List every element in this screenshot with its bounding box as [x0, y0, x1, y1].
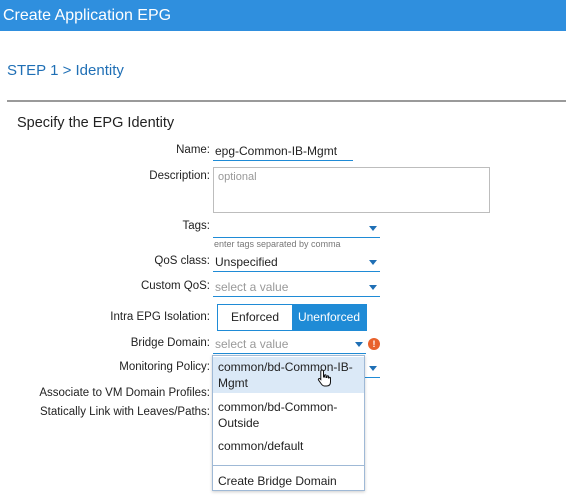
- bridge-domain-label: Bridge Domain:: [130, 337, 210, 349]
- caret-down-icon[interactable]: [369, 226, 377, 231]
- unenforced-option[interactable]: Unenforced: [292, 305, 366, 330]
- hand-pointer-icon: [317, 369, 331, 387]
- vm-domain-profiles-label: Associate to VM Domain Profiles:: [39, 387, 210, 399]
- tags-hint: enter tags separated by comma: [214, 239, 341, 249]
- name-label: Name:: [176, 144, 210, 156]
- caret-down-icon[interactable]: [369, 366, 377, 371]
- window-title: Create Application EPG: [0, 0, 566, 31]
- name-value: epg-Common-IB-Mgmt: [215, 144, 338, 158]
- qos-class-value: Unspecified: [215, 255, 278, 269]
- description-field[interactable]: optional: [213, 167, 490, 213]
- tags-label: Tags:: [182, 220, 211, 232]
- create-bridge-domain-option[interactable]: Create Bridge Domain: [213, 471, 364, 491]
- bridge-domain-dropdown: common/bd-Common-IB-Mgmt common/bd-Commo…: [212, 355, 365, 491]
- bridge-domain-select[interactable]: select a value: [213, 334, 366, 354]
- tags-field[interactable]: [213, 218, 380, 238]
- custom-qos-select[interactable]: select a value: [213, 277, 380, 297]
- qos-class-label: QoS class:: [154, 255, 210, 267]
- description-placeholder: optional: [218, 171, 257, 183]
- qos-class-select[interactable]: Unspecified: [213, 252, 380, 272]
- intra-epg-isolation-label: Intra EPG Isolation:: [110, 311, 210, 323]
- dropdown-divider: [213, 465, 364, 466]
- enforced-option[interactable]: Enforced: [218, 305, 292, 330]
- dropdown-option-bd-common-ib-mgmt[interactable]: common/bd-Common-IB-Mgmt: [213, 357, 364, 393]
- wizard-step-title: STEP 1 > Identity: [7, 62, 124, 79]
- custom-qos-placeholder: select a value: [215, 280, 289, 294]
- dropdown-option-common-default[interactable]: common/default: [213, 436, 364, 456]
- section-title: Specify the EPG Identity: [17, 115, 175, 131]
- divider: [7, 100, 566, 102]
- static-link-label: Statically Link with Leaves/Paths:: [39, 406, 210, 418]
- custom-qos-label: Custom QoS:: [140, 280, 210, 292]
- caret-down-icon[interactable]: [355, 342, 363, 347]
- monitoring-policy-label: Monitoring Policy:: [119, 361, 210, 373]
- bridge-domain-placeholder: select a value: [215, 337, 289, 351]
- description-label: Description:: [149, 170, 210, 182]
- error-icon: !: [368, 338, 380, 350]
- dropdown-option-bd-common-outside[interactable]: common/bd-Common-Outside: [213, 397, 364, 433]
- name-field[interactable]: epg-Common-IB-Mgmt: [213, 141, 353, 161]
- caret-down-icon[interactable]: [369, 285, 377, 290]
- intra-epg-isolation-toggle: Enforced Unenforced: [217, 304, 367, 331]
- caret-down-icon[interactable]: [369, 260, 377, 265]
